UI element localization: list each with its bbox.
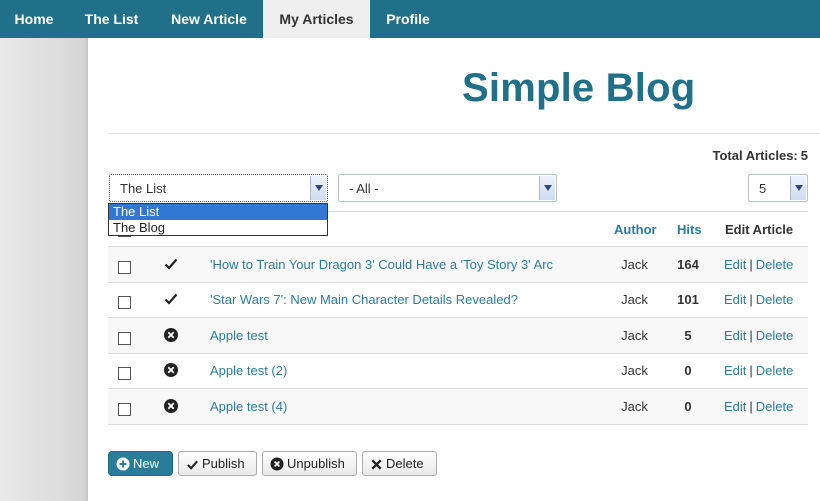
status-select-value: - All - — [349, 181, 379, 196]
title-divider — [108, 133, 820, 134]
delete-button-label: Delete — [386, 456, 424, 471]
new-button[interactable]: New — [108, 451, 173, 476]
separator: | — [749, 399, 753, 414]
edit-actions: Edit | Delete — [724, 399, 793, 414]
column-header-hits[interactable]: Hits — [677, 222, 702, 237]
total-articles-count: 5 — [800, 148, 808, 163]
edit-link[interactable]: Edit — [724, 328, 746, 343]
article-author: Jack — [621, 363, 648, 378]
delete-link[interactable]: Delete — [756, 292, 794, 307]
publish-button-label: Publish — [202, 456, 245, 471]
row-checkbox[interactable] — [118, 261, 131, 274]
row-checkbox[interactable] — [118, 403, 131, 416]
article-title-link[interactable]: 'How to Train Your Dragon 3' Could Have … — [210, 257, 553, 272]
limit-select-value: 5 — [759, 181, 767, 196]
page-title: Simple Blog — [462, 66, 696, 110]
circle-x-icon[interactable] — [163, 327, 179, 343]
edit-actions: Edit | Delete — [724, 292, 793, 307]
edit-actions: Edit | Delete — [724, 363, 793, 378]
article-author: Jack — [621, 399, 648, 414]
edit-link[interactable]: Edit — [724, 363, 746, 378]
circle-x-icon — [270, 455, 284, 478]
separator: | — [749, 257, 753, 272]
row-checkbox[interactable] — [118, 296, 131, 309]
article-hits: 5 — [684, 328, 692, 343]
status-select[interactable]: - All - — [338, 174, 557, 202]
left-sidebar — [0, 38, 88, 501]
edit-actions: Edit | Delete — [724, 328, 793, 343]
unpublish-button[interactable]: Unpublish — [262, 451, 357, 476]
chevron-down-icon[interactable] — [539, 176, 555, 200]
article-title-link[interactable]: 'Star Wars 7': New Main Character Detail… — [210, 292, 518, 307]
article-hits: 0 — [684, 399, 692, 414]
article-title-link[interactable]: Apple test (4) — [210, 399, 287, 414]
chevron-down-icon[interactable] — [310, 176, 326, 200]
article-author: Jack — [621, 292, 648, 307]
new-button-label: New — [133, 456, 160, 471]
article-title-link[interactable]: Apple test (2) — [210, 363, 287, 378]
row-checkbox[interactable] — [118, 367, 131, 380]
article-title-link[interactable]: Apple test — [210, 328, 268, 343]
article-author: Jack — [621, 257, 648, 272]
publish-button[interactable]: Publish — [178, 451, 257, 476]
nav-my-articles[interactable]: My Articles — [263, 0, 370, 38]
edit-link[interactable]: Edit — [724, 257, 746, 272]
x-icon — [370, 455, 383, 478]
article-hits: 164 — [677, 257, 699, 272]
circle-x-icon[interactable] — [163, 362, 179, 378]
nav-home[interactable]: Home — [0, 0, 68, 38]
row-checkbox[interactable] — [118, 332, 131, 345]
plus-circle-icon — [116, 455, 130, 478]
top-nav: Home The List New Article My Articles Pr… — [0, 0, 820, 38]
delete-link[interactable]: Delete — [756, 399, 794, 414]
row-divider — [108, 282, 808, 283]
separator: | — [749, 292, 753, 307]
article-hits: 101 — [677, 292, 699, 307]
category-select[interactable]: The List — [109, 174, 328, 202]
category-option-the-list[interactable]: The List — [109, 204, 327, 220]
limit-select[interactable]: 5 — [748, 174, 808, 202]
table-bottom-border — [108, 424, 808, 425]
separator: | — [749, 363, 753, 378]
edit-link[interactable]: Edit — [724, 399, 746, 414]
article-author: Jack — [621, 328, 648, 343]
separator: | — [749, 328, 753, 343]
total-articles: Total Articles: 5 — [713, 148, 808, 163]
category-dropdown-list: The List The Blog — [108, 203, 328, 236]
delete-link[interactable]: Delete — [756, 363, 794, 378]
row-divider — [108, 353, 808, 354]
edit-link[interactable]: Edit — [724, 292, 746, 307]
column-header-edit-article: Edit Article — [725, 222, 794, 237]
category-option-the-blog[interactable]: The Blog — [109, 220, 327, 236]
edit-actions: Edit | Delete — [724, 257, 793, 272]
delete-link[interactable]: Delete — [756, 328, 794, 343]
circle-x-icon[interactable] — [163, 398, 179, 414]
sidebar-shadow — [84, 38, 88, 501]
unpublish-button-label: Unpublish — [287, 456, 345, 471]
check-icon[interactable] — [163, 291, 179, 307]
delete-link[interactable]: Delete — [756, 257, 794, 272]
check-icon[interactable] — [163, 256, 179, 272]
nav-the-list[interactable]: The List — [68, 0, 155, 38]
delete-button[interactable]: Delete — [362, 451, 437, 476]
column-header-author[interactable]: Author — [614, 222, 657, 237]
category-select-value: The List — [120, 181, 167, 196]
total-articles-label: Total Articles: — [712, 148, 798, 163]
nav-profile[interactable]: Profile — [370, 0, 446, 38]
nav-new-article[interactable]: New Article — [155, 0, 263, 38]
chevron-down-icon[interactable] — [790, 176, 806, 200]
check-icon — [186, 455, 199, 478]
article-hits: 0 — [684, 363, 692, 378]
